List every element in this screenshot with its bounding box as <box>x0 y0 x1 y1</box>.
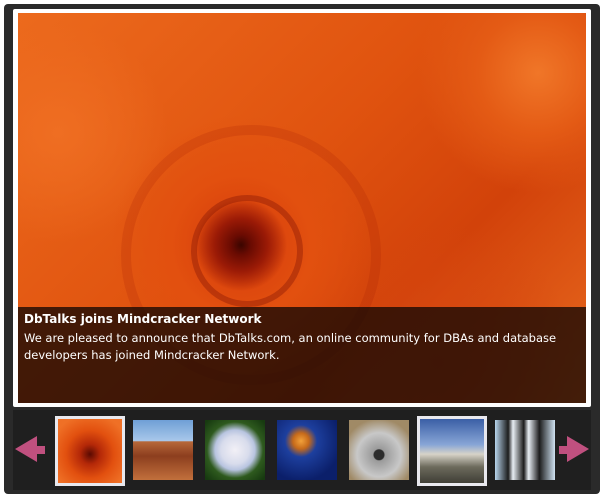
caption-text: We are pleased to announce that DbTalks.… <box>24 331 557 362</box>
lighthouse-thumbnail[interactable] <box>417 416 487 486</box>
next-button[interactable] <box>559 446 571 454</box>
thumbnail-strip <box>13 410 591 490</box>
desert-thumbnail[interactable] <box>131 418 195 482</box>
caption-title: DbTalks joins Mindcracker Network <box>24 312 262 326</box>
hydrangeas-thumbnail[interactable] <box>203 418 267 482</box>
slide-caption: DbTalks joins Mindcracker Network We are… <box>18 307 586 403</box>
chrysanthemum-thumbnail[interactable] <box>55 416 125 486</box>
thumbnail-list <box>53 414 555 488</box>
koala-thumbnail[interactable] <box>347 418 411 482</box>
slide-stage: DbTalks joins Mindcracker Network We are… <box>13 9 591 407</box>
prev-button[interactable] <box>33 446 45 454</box>
slideshow-frame: DbTalks joins Mindcracker Network We are… <box>4 4 600 494</box>
jellyfish-thumbnail[interactable] <box>275 418 339 482</box>
penguins-thumbnail[interactable] <box>493 418 557 482</box>
